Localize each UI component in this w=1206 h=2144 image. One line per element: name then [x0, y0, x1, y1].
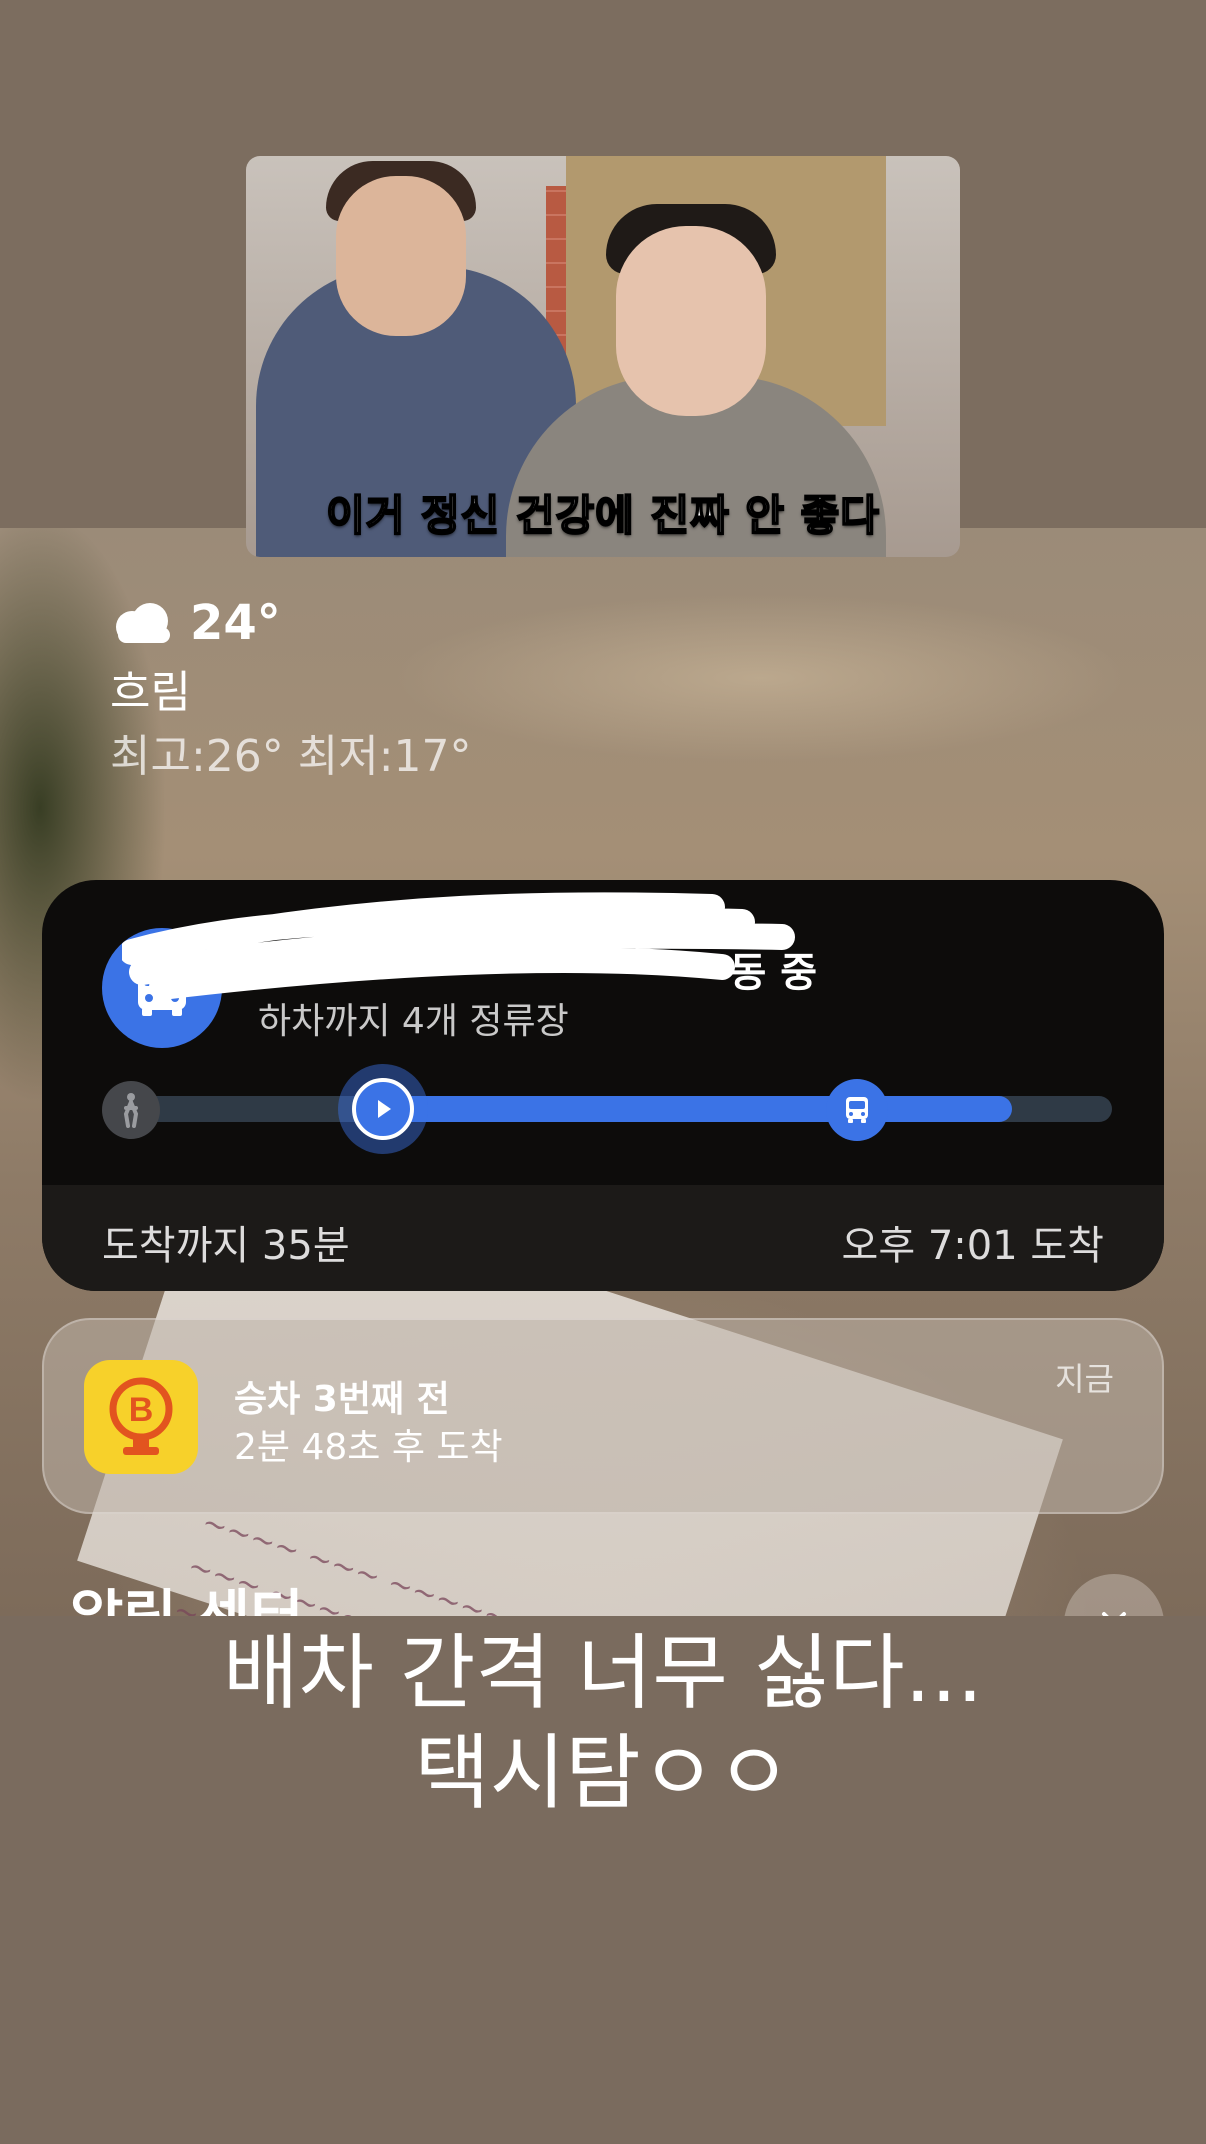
play-arrow-icon [378, 1100, 391, 1118]
bus-arrival-app-icon: B [84, 1360, 198, 1474]
story-caption-line-1: 배차 간격 너무 싫다... [223, 1626, 983, 1721]
high-low-temperature: 최고:26° 최저:17° [110, 731, 472, 782]
story-caption-line-2: 택시탐ㅇㅇ [414, 1726, 792, 1821]
person-left-face [336, 176, 466, 336]
clear-notifications-button[interactable] [1064, 1574, 1164, 1616]
svg-text:B: B [129, 1391, 154, 1429]
notification-title: 승차 3번째 전 [234, 1379, 450, 1420]
notification-center-header: 알림 센터 [70, 1578, 304, 1616]
route-progress-fill [362, 1096, 1012, 1122]
close-icon [1102, 1612, 1126, 1616]
notification-body: 2분 48초 후 도착 [234, 1427, 503, 1468]
bus-arrival-notification[interactable]: B 승차 3번째 전 2분 48초 후 도착 지금 [42, 1318, 1164, 1514]
person-right-face [616, 226, 766, 416]
cloud-icon [110, 601, 176, 645]
meme-image: 이거 정신 건강에 진짜 안 좋다 [246, 156, 960, 557]
transit-title: 동 중 [729, 950, 817, 996]
meme-caption: 이거 정신 건강에 진짜 안 좋다 [325, 490, 880, 541]
notification-time: 지금 [1055, 1360, 1114, 1398]
current-temperature: 24° [190, 595, 281, 651]
eta-remaining: 도착까지 35분 [102, 1223, 350, 1269]
story-caption: 배차 간격 너무 싫다... 택시탐ㅇㅇ [0, 1624, 1206, 1824]
weather-condition: 흐림 [110, 667, 191, 718]
walking-icon [102, 1081, 160, 1139]
current-position-marker [338, 1064, 428, 1154]
arrival-time: 오후 7:01 도착 [841, 1223, 1104, 1269]
stops-remaining: 하차까지 4개 정류장 [258, 1001, 569, 1042]
transit-live-activity[interactable]: 동 중 하차까지 4개 정류장 도착까지 35분 오후 7:01 도착 [42, 880, 1164, 1291]
bus-position-marker [826, 1079, 888, 1141]
bus-icon [102, 928, 222, 1048]
weather-widget[interactable]: 24° 흐림 최고:26° 최저:17° [110, 592, 472, 784]
bus-small-icon [846, 1097, 868, 1123]
